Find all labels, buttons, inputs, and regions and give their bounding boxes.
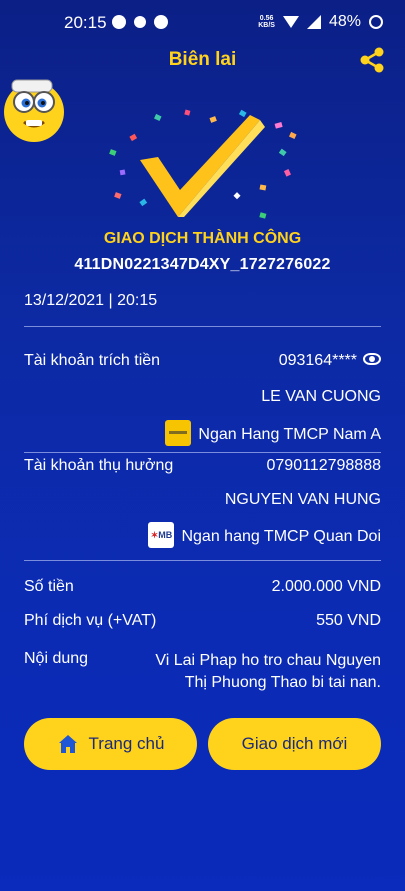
status-bar: 20:15 0.56 KB/S 48% <box>0 0 405 44</box>
source-account-row: Tài khoản trích tiền 093164**** <box>24 352 381 376</box>
mb-logo-text: MB <box>158 530 173 540</box>
beneficiary-bank-name: Ngan hang TMCP Quan Doi <box>181 528 381 546</box>
content-value: Vi Lai Phap ho tro chau Nguyen Thị Phuon… <box>121 650 381 694</box>
nam-a-bank-logo-icon <box>165 420 192 446</box>
share-icon[interactable] <box>358 46 386 74</box>
transaction-status: GIAO DỊCH THÀNH CÔNG <box>103 230 302 247</box>
beneficiary-bank: ✶MB Ngan hang TMCP Quan Doi <box>148 522 381 550</box>
beneficiary-account-number: 0790112798888 <box>266 457 382 474</box>
mascot-icon[interactable] <box>0 74 68 144</box>
new-transaction-button[interactable]: Giao dịch mới <box>208 718 381 770</box>
notification-icon <box>134 16 146 28</box>
transaction-datetime: 13/12/2021 | 20:15 <box>24 292 158 309</box>
mb-bank-logo-icon: ✶MB <box>148 522 175 548</box>
eye-icon[interactable] <box>363 352 381 365</box>
fee-value: 550 VND <box>316 612 381 629</box>
fee-label: Phí dịch vụ (+VAT) <box>24 612 157 629</box>
battery-icon <box>369 15 383 29</box>
beneficiary-account-row: Tài khoản thụ hưởng 0790112798888 <box>24 457 381 481</box>
notification-icon <box>154 15 168 29</box>
home-button-label: Trang chủ <box>88 734 165 753</box>
home-icon <box>58 735 77 753</box>
content-row: Nội dung Vi Lai Phap ho tro chau Nguyen … <box>24 650 381 698</box>
home-button[interactable]: Trang chủ <box>24 718 197 770</box>
network-speed-value: 0.56 <box>259 15 274 22</box>
fee-row: Phí dịch vụ (+VAT) 550 VND <box>24 612 381 636</box>
new-transaction-label: Giao dịch mới <box>241 734 348 753</box>
source-bank: Ngan Hang TMCP Nam A <box>165 420 381 448</box>
source-account-name: LE VAN CUONG <box>261 388 381 405</box>
divider <box>24 452 381 453</box>
notification-icons <box>112 15 168 29</box>
success-checkmark-icon <box>109 109 297 219</box>
beneficiary-name: NGUYEN VAN HUNG <box>224 491 381 508</box>
network-speed-unit: KB/S <box>258 22 275 29</box>
transaction-id: 411DN0221347D4XY_1727276022 <box>74 256 331 273</box>
content-label: Nội dung <box>24 650 89 667</box>
amount-row: Số tiền 2.000.000 VND <box>24 578 381 602</box>
divider <box>24 326 381 327</box>
beneficiary-bank-row: ✶MB Ngan hang TMCP Quan Doi <box>24 522 381 552</box>
beneficiary-account-label: Tài khoản thụ hưởng <box>24 457 174 474</box>
source-bank-row: Ngan Hang TMCP Nam A <box>24 420 381 450</box>
divider <box>24 560 381 561</box>
content-line: Thị Phuong Thao bi tai nan. <box>184 674 381 691</box>
source-name-row: LE VAN CUONG <box>24 388 381 412</box>
source-account-value: 093164**** <box>279 352 381 370</box>
notification-icon <box>112 15 126 29</box>
status-right: 0.56 KB/S 48% <box>258 13 383 31</box>
amount-value: 2.000.000 VND <box>271 578 381 595</box>
beneficiary-name-row: NGUYEN VAN HUNG <box>24 491 381 515</box>
status-time: 20:15 <box>64 13 107 32</box>
wifi-icon <box>282 16 299 28</box>
source-account-number: 093164**** <box>278 352 357 369</box>
page-title: Biên lai <box>168 49 237 70</box>
battery-percent: 48% <box>328 13 361 30</box>
signal-icon <box>306 15 321 29</box>
source-bank-name: Ngan Hang TMCP Nam A <box>198 426 381 444</box>
content-line: Vi Lai Phap ho tro chau Nguyen <box>155 652 381 669</box>
amount-label: Số tiền <box>24 578 74 595</box>
source-account-label: Tài khoản trích tiền <box>24 352 161 369</box>
network-speed: 0.56 KB/S <box>258 15 275 29</box>
